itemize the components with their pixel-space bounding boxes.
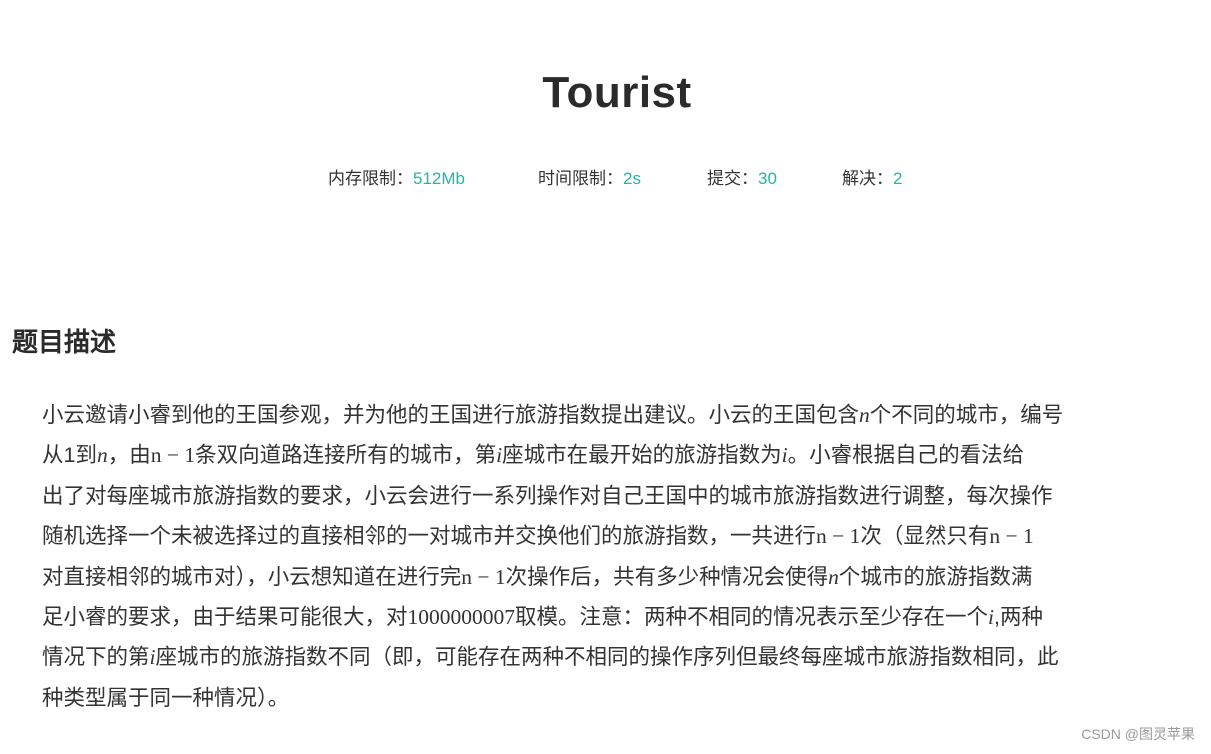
description-text: 个不同的城市，编号 [869,403,1064,427]
description-text: 足小睿的要求，由于结果可能很大，对 [42,604,408,629]
submit-count-label: 提交： [707,169,758,188]
description-text: 情况下的第 [42,645,150,670]
section-heading-description: 题目描述 [12,327,117,357]
memory-limit: 内存限制：512Mb [328,164,465,188]
math-n: n [828,564,839,589]
description-text: ,两种 [994,604,1043,629]
description-line: 随机选择一个未被选择过的直接相邻的一对城市并交换他们的旅游指数，一共进行n − … [42,516,1192,556]
description-text: 从1到 [42,443,97,468]
submit-count: 提交：30 [707,164,777,188]
description-text: 对直接相邻的城市对），小云想知道在进行完 [42,564,462,589]
description-text: 取模。注意：两种不相同的情况表示至少存在一个 [515,604,989,629]
description-text: 次操作后，共有多少种情况会使得 [505,564,829,589]
description-text: 条双向道路连接所有的城市，第 [195,443,497,468]
math-n-minus-1: n − 1 [461,564,506,589]
math-modulus: 1000000007 [407,604,516,629]
math-n-minus-1: n − 1 [150,443,196,468]
time-limit-label: 时间限制： [538,169,623,188]
math-n: n [859,403,870,427]
description-text: 个城市的旅游指数满 [838,564,1033,589]
description-text: 座城市的旅游指数不同（即，可能存在两种不相同的操作序列但最终每座城市旅游指数相同… [155,645,1059,670]
problem-description: 小云邀请小睿到他的王国参观，并为他的王国进行旅游指数提出建议。小云的王国包含n个… [42,395,1192,718]
description-line: 小云邀请小睿到他的王国参观，并为他的王国进行旅游指数提出建议。小云的王国包含n个… [42,395,1192,435]
description-line: 出了对每座城市旅游指数的要求，小云会进行一系列操作对自己王国中的城市旅游指数进行… [42,476,1192,516]
memory-limit-label: 内存限制： [328,169,413,188]
memory-limit-value: 512Mb [413,169,465,188]
description-line: 对直接相邻的城市对），小云想知道在进行完n − 1次操作后，共有多少种情况会使得… [42,557,1192,597]
time-limit-value: 2s [623,169,641,188]
math-n-minus-1: n − 1 [816,524,861,549]
math-n-minus-1: n − 1 [989,524,1034,549]
description-text: 种类型属于同一种情况）。 [42,685,290,710]
description-text: 。小睿根据自己的看法给 [787,443,1025,468]
description-text: 次（显然只有 [860,524,990,549]
description-text: 座城市在最开始的旅游指数为 [502,443,782,468]
description-text: 小云邀请小睿到他的王国参观，并为他的王国进行旅游指数提出建议。小云的王国包含 [42,403,860,427]
solved-count: 解决：2 [842,164,902,188]
description-line: 从1到n，由n − 1条双向道路连接所有的城市，第i座城市在最开始的旅游指数为i… [42,435,1192,475]
submit-count-value[interactable]: 30 [758,169,777,188]
description-line: 情况下的第i座城市的旅游指数不同（即，可能存在两种不相同的操作序列但最终每座城市… [42,637,1192,677]
solved-count-value[interactable]: 2 [893,169,902,188]
description-line: 足小睿的要求，由于结果可能很大，对1000000007取模。注意：两种不相同的情… [42,597,1192,637]
watermark: CSDN @图灵苹果 [1081,726,1195,742]
description-text: 出了对每座城市旅游指数的要求，小云会进行一系列操作对自己王国中的城市旅游指数进行… [42,483,1053,508]
math-n: n [96,443,108,468]
description-text: 随机选择一个未被选择过的直接相邻的一对城市并交换他们的旅游指数，一共进行 [42,524,817,549]
description-line: 种类型属于同一种情况）。 [42,678,1192,718]
problem-title: Tourist [542,68,692,117]
description-text: ，由 [107,443,151,468]
time-limit: 时间限制：2s [538,164,641,188]
solved-count-label: 解决： [842,169,893,188]
